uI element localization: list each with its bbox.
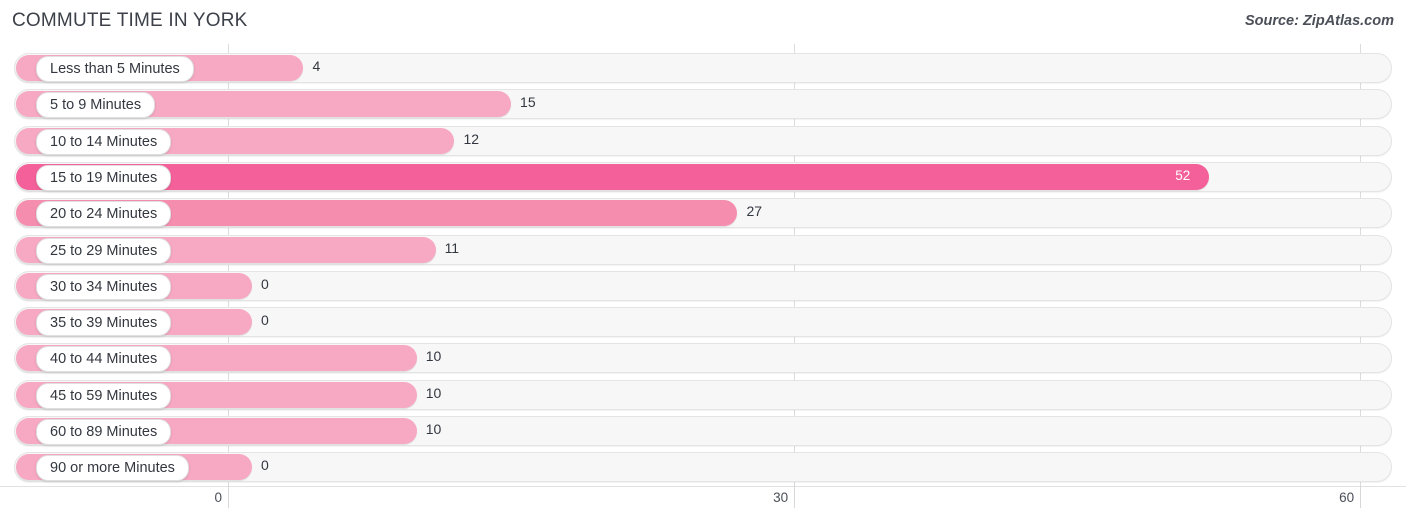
axis-tick-60	[1360, 486, 1362, 508]
page-title: COMMUTE TIME IN YORK	[12, 10, 248, 31]
bar-value-label: 10	[425, 384, 442, 401]
axis-tick-label: 0	[214, 490, 222, 505]
axis-line	[0, 486, 1406, 487]
bar-category-label: 45 to 59 Minutes	[36, 382, 172, 409]
bar-category-label: 30 to 34 Minutes	[36, 273, 172, 300]
axis-tick-label: 30	[773, 490, 789, 505]
bar-category-label: 10 to 14 Minutes	[36, 128, 172, 155]
chart-plot-area: Less than 5 Minutes 4 5 to 9 Minutes 15 10 t…	[0, 44, 1406, 486]
source-label: Source: ZipAtlas.com	[1244, 13, 1394, 29]
bar-category-label: 25 to 29 Minutes	[36, 237, 172, 264]
axis-tick-0	[228, 486, 229, 508]
bar[interactable]	[16, 163, 1210, 190]
bar-category-label: 60 to 89 Minutes	[36, 419, 172, 445]
bar-category-label: 40 to 44 Minutes	[36, 346, 172, 373]
bar-row: 35 to 39 Minutes 0	[14, 307, 1392, 338]
axis-tick-label: 60	[1339, 490, 1355, 505]
bar-row: 25 to 29 Minutes 11	[14, 234, 1392, 265]
bar-row: 40 to 44 Minutes 10	[14, 343, 1392, 374]
bar-category-label: 35 to 39 Minutes	[36, 310, 172, 337]
bar-value-label: 15	[520, 94, 536, 111]
bar-row: Less than 5 Minutes 4	[14, 53, 1392, 83]
bar-value-label: 10	[425, 348, 442, 365]
x-axis: 0 30 60	[0, 486, 1406, 522]
bar-value-label: 0	[261, 457, 269, 474]
axis-tick-30	[794, 486, 796, 508]
bar-value-label: 10	[425, 421, 442, 437]
bar-category-label: 90 or more Minutes	[36, 455, 189, 482]
bar-category-label: 20 to 24 Minutes	[36, 201, 172, 228]
bar-value-label: 27	[746, 203, 763, 220]
bar-row: 20 to 24 Minutes 27	[14, 198, 1392, 229]
bar-value-label: 0	[261, 312, 269, 329]
chart-header: COMMUTE TIME IN YORK Source: ZipAtlas.co…	[0, 0, 1406, 42]
bar-row: 10 to 14 Minutes 12	[14, 125, 1392, 156]
bar-value-label: 52	[1175, 167, 1191, 183]
bar-row: 60 to 89 Minutes 10	[14, 416, 1392, 446]
bar-value-label: 12	[463, 130, 480, 147]
bar-category-label: Less than 5 Minutes	[36, 56, 194, 82]
bar-value-label: 4	[312, 58, 321, 74]
bar-row: 5 to 9 Minutes 15	[14, 89, 1392, 120]
bar-category-label: 15 to 19 Minutes	[36, 164, 172, 191]
bar-value-label: 11	[444, 239, 460, 256]
bar-row: 15 to 19 Minutes 52	[14, 161, 1392, 192]
bar-row: 30 to 34 Minutes 0	[14, 270, 1392, 301]
bar-row: 90 or more Minutes 0	[14, 452, 1392, 483]
bar-row: 45 to 59 Minutes 10	[14, 379, 1392, 410]
bar-value-label: 0	[261, 275, 269, 292]
bar-category-label: 5 to 9 Minutes	[36, 92, 156, 119]
